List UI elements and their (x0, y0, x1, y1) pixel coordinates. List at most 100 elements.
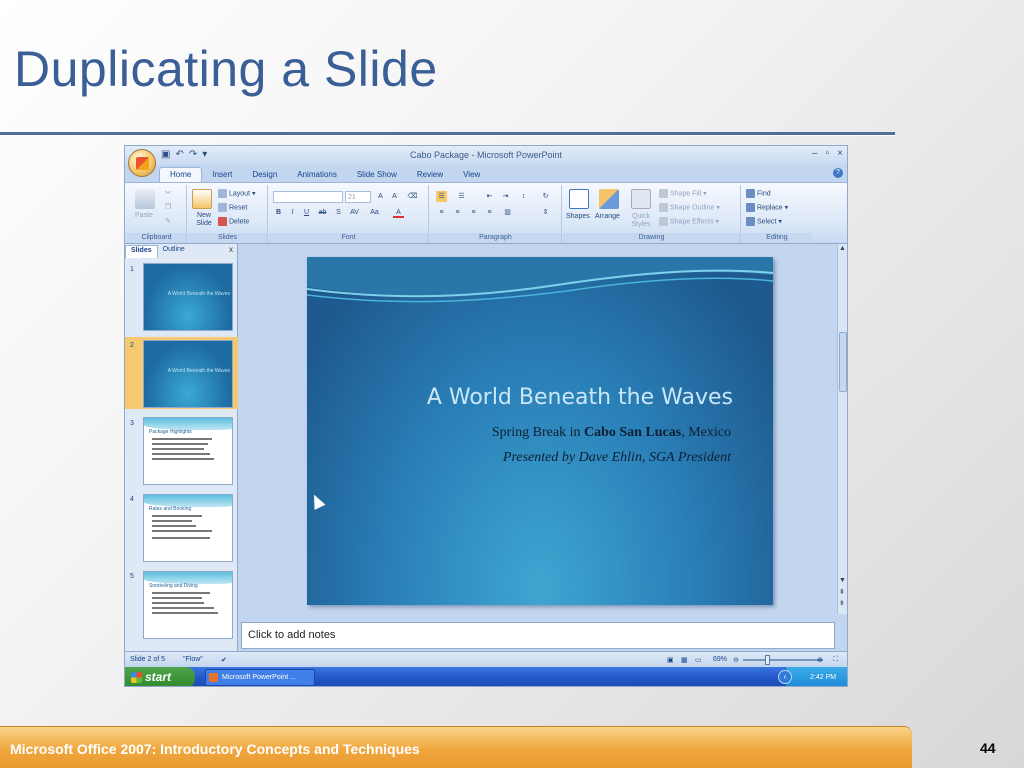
zoom-out-icon[interactable]: ⊖ (733, 656, 739, 664)
taskbar-item-powerpoint[interactable]: Microsoft PowerPoint ... (205, 669, 315, 686)
arrange-button[interactable]: Arrange (595, 213, 620, 220)
align-text-icon[interactable]: ⇕ (540, 207, 551, 218)
shrink-font-icon[interactable]: A (389, 191, 400, 202)
normal-view-icon[interactable]: ▣ (667, 656, 674, 664)
previous-slide-icon[interactable]: ⇞ (839, 588, 845, 596)
zoom-slider-thumb[interactable] (765, 655, 770, 665)
delete-button[interactable]: Delete (218, 217, 249, 226)
justify-icon[interactable]: ≡ (484, 207, 495, 218)
replace-button[interactable]: Replace ▾ (746, 203, 788, 212)
thumb-title: A World Beneath the Waves (167, 368, 230, 374)
numbering-icon[interactable]: ☰ (456, 191, 467, 202)
minimize-button[interactable]: – (812, 148, 818, 159)
shapes-button[interactable]: Shapes (566, 213, 590, 220)
bullets-icon[interactable]: ☰ (436, 191, 447, 202)
char-spacing-icon[interactable]: AV (349, 207, 360, 218)
notes-pane[interactable]: Click to add notes (241, 622, 835, 649)
slide-thumbnail-4[interactable]: Rates and Booking (143, 494, 233, 562)
zoom-slider[interactable] (743, 659, 823, 661)
font-name-box[interactable] (273, 191, 343, 203)
slide-subtitle-line1[interactable]: Spring Break in Cabo San Lucas, Mexico (492, 425, 731, 441)
tab-insert[interactable]: Insert (202, 168, 242, 182)
spelling-icon[interactable]: ✔ (221, 656, 227, 664)
status-bar: Slide 2 of 5 "Flow" ✔ ▣ ▦ ▭ 69% ⊖ ⊕ ⛶ (125, 651, 847, 667)
shape-outline-button[interactable]: Shape Outline ▾ (659, 203, 720, 212)
new-slide-button[interactable]: New Slide (191, 212, 217, 228)
tab-design[interactable]: Design (242, 168, 287, 182)
cut-icon[interactable]: ✂ (165, 189, 171, 197)
next-slide-icon[interactable]: ⇟ (839, 599, 845, 607)
tab-animations[interactable]: Animations (287, 168, 347, 182)
undo-icon[interactable]: ↶ (175, 149, 183, 160)
shapes-icon[interactable] (569, 189, 589, 209)
tab-home[interactable]: Home (159, 167, 203, 182)
align-right-icon[interactable]: ≡ (468, 207, 479, 218)
tab-review[interactable]: Review (407, 168, 453, 182)
slide-thumbnail-3[interactable]: Package Highlights (143, 417, 233, 485)
tab-view[interactable]: View (453, 168, 490, 182)
slide-title[interactable]: A World Beneath the Waves (427, 385, 733, 410)
shape-fill-button[interactable]: Shape Fill ▾ (659, 189, 707, 198)
scroll-down-icon[interactable]: ▼ (839, 577, 846, 584)
slide-subtitle-line2[interactable]: Presented by Dave Ehlin, SGA President (503, 450, 731, 466)
font-size-box[interactable]: 21 (345, 191, 371, 203)
slide-canvas[interactable]: A World Beneath the Waves Spring Break i… (307, 257, 773, 605)
tab-slides[interactable]: Slides (125, 245, 158, 258)
paste-button[interactable]: Paste (135, 212, 153, 219)
save-icon[interactable]: ▣ (161, 149, 170, 160)
zoom-level[interactable]: 69% (713, 656, 727, 663)
slide-thumbnail-1[interactable]: A World Beneath the Waves (143, 263, 233, 331)
slide-count: Slide 2 of 5 (130, 656, 166, 663)
slide-show-icon[interactable]: ▭ (695, 656, 702, 664)
redo-icon[interactable]: ↷ (189, 149, 197, 160)
close-panel-icon[interactable]: x (229, 245, 233, 254)
copy-icon[interactable]: ❐ (165, 203, 171, 211)
scroll-thumb[interactable] (839, 332, 847, 392)
zoom-in-icon[interactable]: ⊕ (817, 656, 823, 664)
start-button[interactable]: start (125, 667, 195, 686)
tab-slide-show[interactable]: Slide Show (347, 168, 407, 182)
shape-effects-button[interactable]: Shape Effects ▾ (659, 217, 719, 226)
arrange-icon[interactable] (599, 189, 619, 209)
quick-styles-icon[interactable] (631, 189, 651, 209)
close-button[interactable]: × (837, 148, 843, 159)
tray-expand-icon[interactable]: ‹ (778, 670, 792, 684)
format-painter-icon[interactable]: ✎ (165, 217, 171, 225)
find-button[interactable]: Find (746, 189, 771, 198)
layout-button[interactable]: Layout ▾ (218, 189, 256, 198)
help-icon[interactable]: ? (833, 168, 843, 178)
paste-icon[interactable] (135, 189, 155, 209)
vertical-scrollbar[interactable]: ▲ ▼ ⇞ ⇟ (837, 244, 847, 614)
change-case-icon[interactable]: Aa (369, 207, 380, 218)
customize-qat-icon[interactable]: ▾ (202, 149, 207, 160)
line-spacing-icon[interactable]: ↕ (518, 191, 529, 202)
grow-font-icon[interactable]: A (375, 191, 386, 202)
office-button[interactable] (128, 149, 156, 177)
strikethrough-icon[interactable]: ab (317, 207, 328, 218)
clear-format-icon[interactable]: ⌫ (407, 191, 418, 202)
scroll-up-icon[interactable]: ▲ (839, 245, 846, 252)
bold-icon[interactable]: B (273, 207, 284, 218)
align-center-icon[interactable]: ≡ (452, 207, 463, 218)
underline-icon[interactable]: U (301, 207, 312, 218)
italic-icon[interactable]: I (287, 207, 298, 218)
tab-outline[interactable]: Outline (158, 245, 190, 258)
reset-button[interactable]: Reset (218, 203, 247, 212)
slide-thumbnail-2[interactable]: A World Beneath the Waves (143, 340, 233, 408)
new-slide-icon[interactable] (192, 189, 212, 209)
align-left-icon[interactable]: ≡ (436, 207, 447, 218)
shadow-icon[interactable]: S (333, 207, 344, 218)
font-color-icon[interactable]: A (393, 207, 404, 218)
slide-thumbnail-5[interactable]: Snorkeling and Diving (143, 571, 233, 639)
replace-label: Replace (757, 204, 783, 212)
columns-icon[interactable]: ▥ (502, 207, 513, 218)
maximize-button[interactable]: ▫ (826, 148, 830, 159)
increase-indent-icon[interactable]: ⇥ (500, 191, 511, 202)
fit-window-icon[interactable]: ⛶ (833, 656, 838, 664)
quick-styles-button[interactable]: Quick Styles (627, 213, 655, 229)
select-label: Select (757, 218, 777, 226)
select-button[interactable]: Select ▾ (746, 217, 782, 226)
text-direction-icon[interactable]: ↻ (540, 191, 551, 202)
slide-sorter-icon[interactable]: ▦ (681, 656, 688, 664)
decrease-indent-icon[interactable]: ⇤ (484, 191, 495, 202)
